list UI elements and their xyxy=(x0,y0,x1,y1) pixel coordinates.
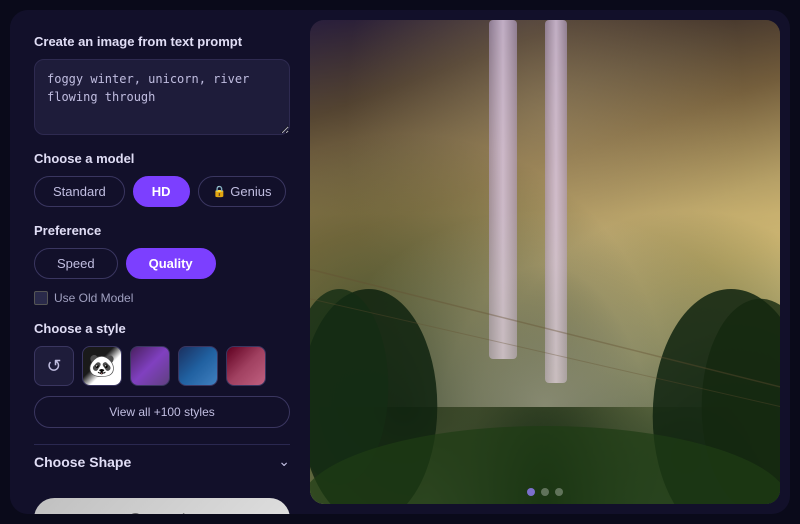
old-model-row: Use Old Model xyxy=(34,291,290,305)
preference-section: Preference Speed Quality Use Old Model xyxy=(34,223,290,305)
model-standard-button[interactable]: Standard xyxy=(34,176,125,207)
mist-overlay xyxy=(310,207,780,407)
generate-button[interactable]: Generate xyxy=(34,498,290,514)
style-fantasy-thumb[interactable] xyxy=(130,346,170,386)
old-model-label: Use Old Model xyxy=(54,291,133,305)
genius-label: Genius xyxy=(230,184,271,199)
generated-image xyxy=(310,20,780,504)
image-dots xyxy=(527,488,563,496)
prompt-section: Create an image from text prompt xyxy=(34,34,290,135)
model-genius-button[interactable]: 🔒 Genius xyxy=(198,176,287,207)
prompt-title: Create an image from text prompt xyxy=(34,34,290,49)
old-model-checkbox[interactable] xyxy=(34,291,48,305)
preference-title: Preference xyxy=(34,223,290,238)
style-section: Choose a style ↺ 🐼 View all +100 styles xyxy=(34,321,290,428)
pref-quality-button[interactable]: Quality xyxy=(126,248,216,279)
style-portrait-thumb[interactable] xyxy=(178,346,218,386)
style-anime-thumb[interactable] xyxy=(226,346,266,386)
chevron-down-icon: ⌄ xyxy=(278,453,290,470)
dot-2 xyxy=(541,488,549,496)
model-hd-button[interactable]: HD xyxy=(133,176,190,207)
pref-speed-button[interactable]: Speed xyxy=(34,248,118,279)
view-all-styles-button[interactable]: View all +100 styles xyxy=(34,396,290,428)
model-section: Choose a model Standard HD 🔒 Genius xyxy=(34,151,290,207)
style-thumbnails: ↺ 🐼 xyxy=(34,346,290,386)
lock-icon: 🔒 xyxy=(213,185,227,198)
dot-1 xyxy=(527,488,535,496)
left-panel: Create an image from text prompt Choose … xyxy=(10,10,310,514)
model-title: Choose a model xyxy=(34,151,290,166)
dot-3 xyxy=(555,488,563,496)
style-reset-button[interactable]: ↺ xyxy=(34,346,74,386)
prompt-input[interactable] xyxy=(34,59,290,135)
model-buttons: Standard HD 🔒 Genius xyxy=(34,176,290,207)
app-container: Create an image from text prompt Choose … xyxy=(10,10,790,514)
choose-shape-row[interactable]: Choose Shape ⌄ xyxy=(34,444,290,478)
choose-shape-label: Choose Shape xyxy=(34,454,131,470)
style-title: Choose a style xyxy=(34,321,290,336)
image-panel xyxy=(310,20,780,504)
pref-buttons: Speed Quality xyxy=(34,248,290,279)
style-panda-thumb[interactable]: 🐼 xyxy=(82,346,122,386)
